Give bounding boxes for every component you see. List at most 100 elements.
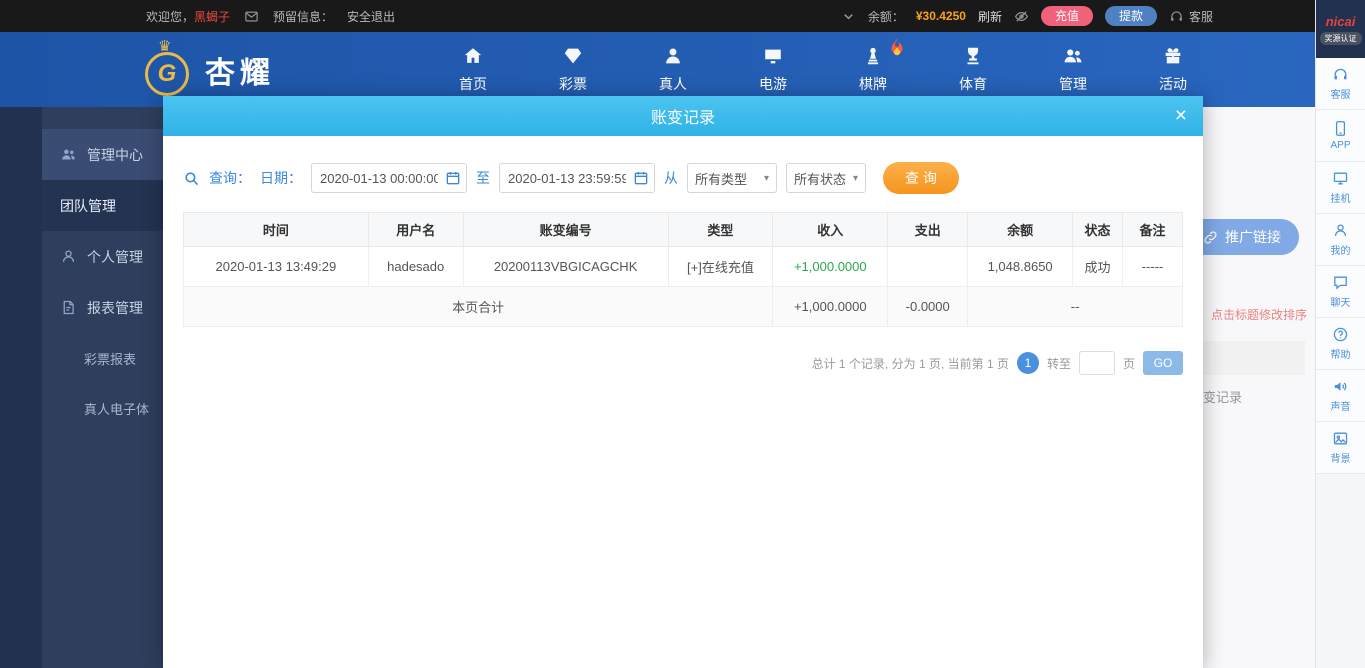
sidebar-item-label: 聊天 [1331,294,1351,309]
calendar-icon[interactable] [445,170,461,186]
date-from-input[interactable] [311,163,467,193]
date-label: 日期： [260,168,302,188]
sidebar-item-help[interactable]: 帮助 [1316,318,1365,370]
sidebar-item-management-center[interactable]: 管理中心 [42,129,163,180]
sidebar-item-team-management[interactable]: 团队管理 [42,180,163,231]
cell-remark: ----- [1123,247,1183,287]
sidebar-item-service[interactable]: 客服 [1316,58,1365,110]
nav-item-sports[interactable]: 体育 [950,45,996,94]
help-icon [1332,326,1349,343]
col-header-income[interactable]: 收入 [773,213,888,247]
account-change-table: 时间 用户名 账变编号 类型 收入 支出 余额 状态 备注 2020-01-13… [183,212,1183,327]
sidebar-item-label: 真人电子体 [84,399,149,418]
sidebar-item-mine[interactable]: 我的 [1316,214,1365,266]
status-select-value: 所有状态 [794,169,846,188]
envelope-icon[interactable] [244,9,259,24]
refresh-link[interactable]: 刷新 [978,8,1002,25]
calendar-icon[interactable] [633,170,649,186]
sidebar-item-background[interactable]: 背景 [1316,422,1365,474]
person-icon [60,248,77,265]
cell-expense [888,247,968,287]
users-icon [1062,45,1084,67]
recharge-button[interactable]: 充值 [1041,6,1093,26]
status-select[interactable]: 所有状态 ▾ [786,163,866,193]
egame-icon [762,45,784,67]
search-icon [183,170,200,187]
query-button[interactable]: 查 询 [883,162,959,194]
sidebar-item-app[interactable]: APP [1316,110,1365,162]
modal-header: 账变记录 × [163,96,1203,136]
col-header-time[interactable]: 时间 [184,213,369,247]
table-header-row: 时间 用户名 账变编号 类型 收入 支出 余额 状态 备注 [184,213,1183,247]
service-link[interactable]: 客服 [1169,8,1213,25]
col-header-status[interactable]: 状态 [1073,213,1123,247]
chevron-down-icon[interactable] [841,9,856,24]
nicai-logo: nicai 奖源认证 [1316,0,1365,58]
sidebar-item-lottery-report[interactable]: 彩票报表 [42,333,163,383]
sidebar-item-personal-management[interactable]: 个人管理 [42,231,163,282]
goto-page-input[interactable] [1079,351,1115,375]
nav-item-manage[interactable]: 管理 [1050,45,1096,94]
nav-label: 棋牌 [859,74,887,94]
chat-icon [1332,274,1349,291]
eye-off-icon[interactable] [1014,9,1029,24]
trophy-icon [962,45,984,67]
col-header-type[interactable]: 类型 [668,213,773,247]
sidebar-item-chat[interactable]: 聊天 [1316,266,1365,318]
desktop-icon [1332,170,1349,187]
nav-item-live[interactable]: 真人 [650,45,696,94]
left-sidebar-menu: 管理中心 团队管理 个人管理 报表管理 彩票报表 真人电子体 [42,129,163,433]
date-to-input[interactable] [499,163,655,193]
cell-record-no: 20200113VBGICAGCHK [463,247,668,287]
page-unit-label: 页 [1123,355,1135,372]
close-icon[interactable]: × [1175,102,1187,129]
nav-item-lottery[interactable]: 彩票 [550,45,596,94]
page-number-button[interactable]: 1 [1017,352,1039,374]
gift-icon [1162,45,1184,67]
logo-emblem: ♛ G [145,46,193,94]
withdraw-button[interactable]: 提款 [1105,6,1157,26]
content-block [1203,341,1305,375]
account-change-tab-clipped[interactable]: 变记录 [1203,387,1242,406]
nav-item-egame[interactable]: 电游 [750,45,796,94]
nav-item-activity[interactable]: 活动 [1150,45,1196,94]
sidebar-item-hangup[interactable]: 挂机 [1316,162,1365,214]
type-select-value: 所有类型 [695,169,747,188]
goto-label: 转至 [1047,355,1071,372]
sidebar-item-label: 客服 [1331,86,1351,101]
account-change-modal: 账变记录 × 查询： 日期： 至 从 [163,96,1203,668]
pagination-info: 总计 1 个记录, 分为 1 页, 当前第 1 页 [812,355,1009,372]
date-from-wrap [311,163,467,193]
welcome-prefix: 欢迎您， [146,8,194,25]
nav-label: 体育 [959,74,987,94]
col-header-expense[interactable]: 支出 [888,213,968,247]
col-header-remark[interactable]: 备注 [1123,213,1183,247]
nav-item-home[interactable]: 首页 [450,45,496,94]
document-icon [60,299,77,316]
col-header-balance[interactable]: 余额 [968,213,1073,247]
welcome-text: 欢迎您， 黑蝎子 [146,8,230,25]
sidebar-item-sound[interactable]: 声音 [1316,370,1365,422]
balance-label: 余额： [868,8,904,25]
headset-icon [1332,66,1349,83]
nav-label: 电游 [759,74,787,94]
summary-rest: -- [968,287,1183,327]
headset-icon [1169,9,1184,24]
topbar-left: 欢迎您， 黑蝎子 预留信息： 安全退出 [146,8,395,25]
sidebar-item-report-management[interactable]: 报表管理 [42,282,163,333]
logout-link[interactable]: 安全退出 [347,8,395,25]
username-link[interactable]: 黑蝎子 [194,8,230,25]
col-header-record-no[interactable]: 账变编号 [463,213,668,247]
col-header-username[interactable]: 用户名 [368,213,463,247]
type-select[interactable]: 所有类型 ▾ [687,163,777,193]
phone-icon [1332,120,1349,137]
go-button[interactable]: GO [1143,351,1183,375]
sidebar-item-live-egame-report[interactable]: 真人电子体 [42,383,163,433]
date-to-wrap [499,163,655,193]
chevron-down-icon: ▾ [853,173,858,184]
home-icon [462,45,484,67]
nav-item-chess[interactable]: 棋牌 [850,45,896,94]
pagination: 总计 1 个记录, 分为 1 页, 当前第 1 页 1 转至 页 GO [183,351,1183,375]
summary-income: +1,000.0000 [773,287,888,327]
speaker-icon [1332,378,1349,395]
